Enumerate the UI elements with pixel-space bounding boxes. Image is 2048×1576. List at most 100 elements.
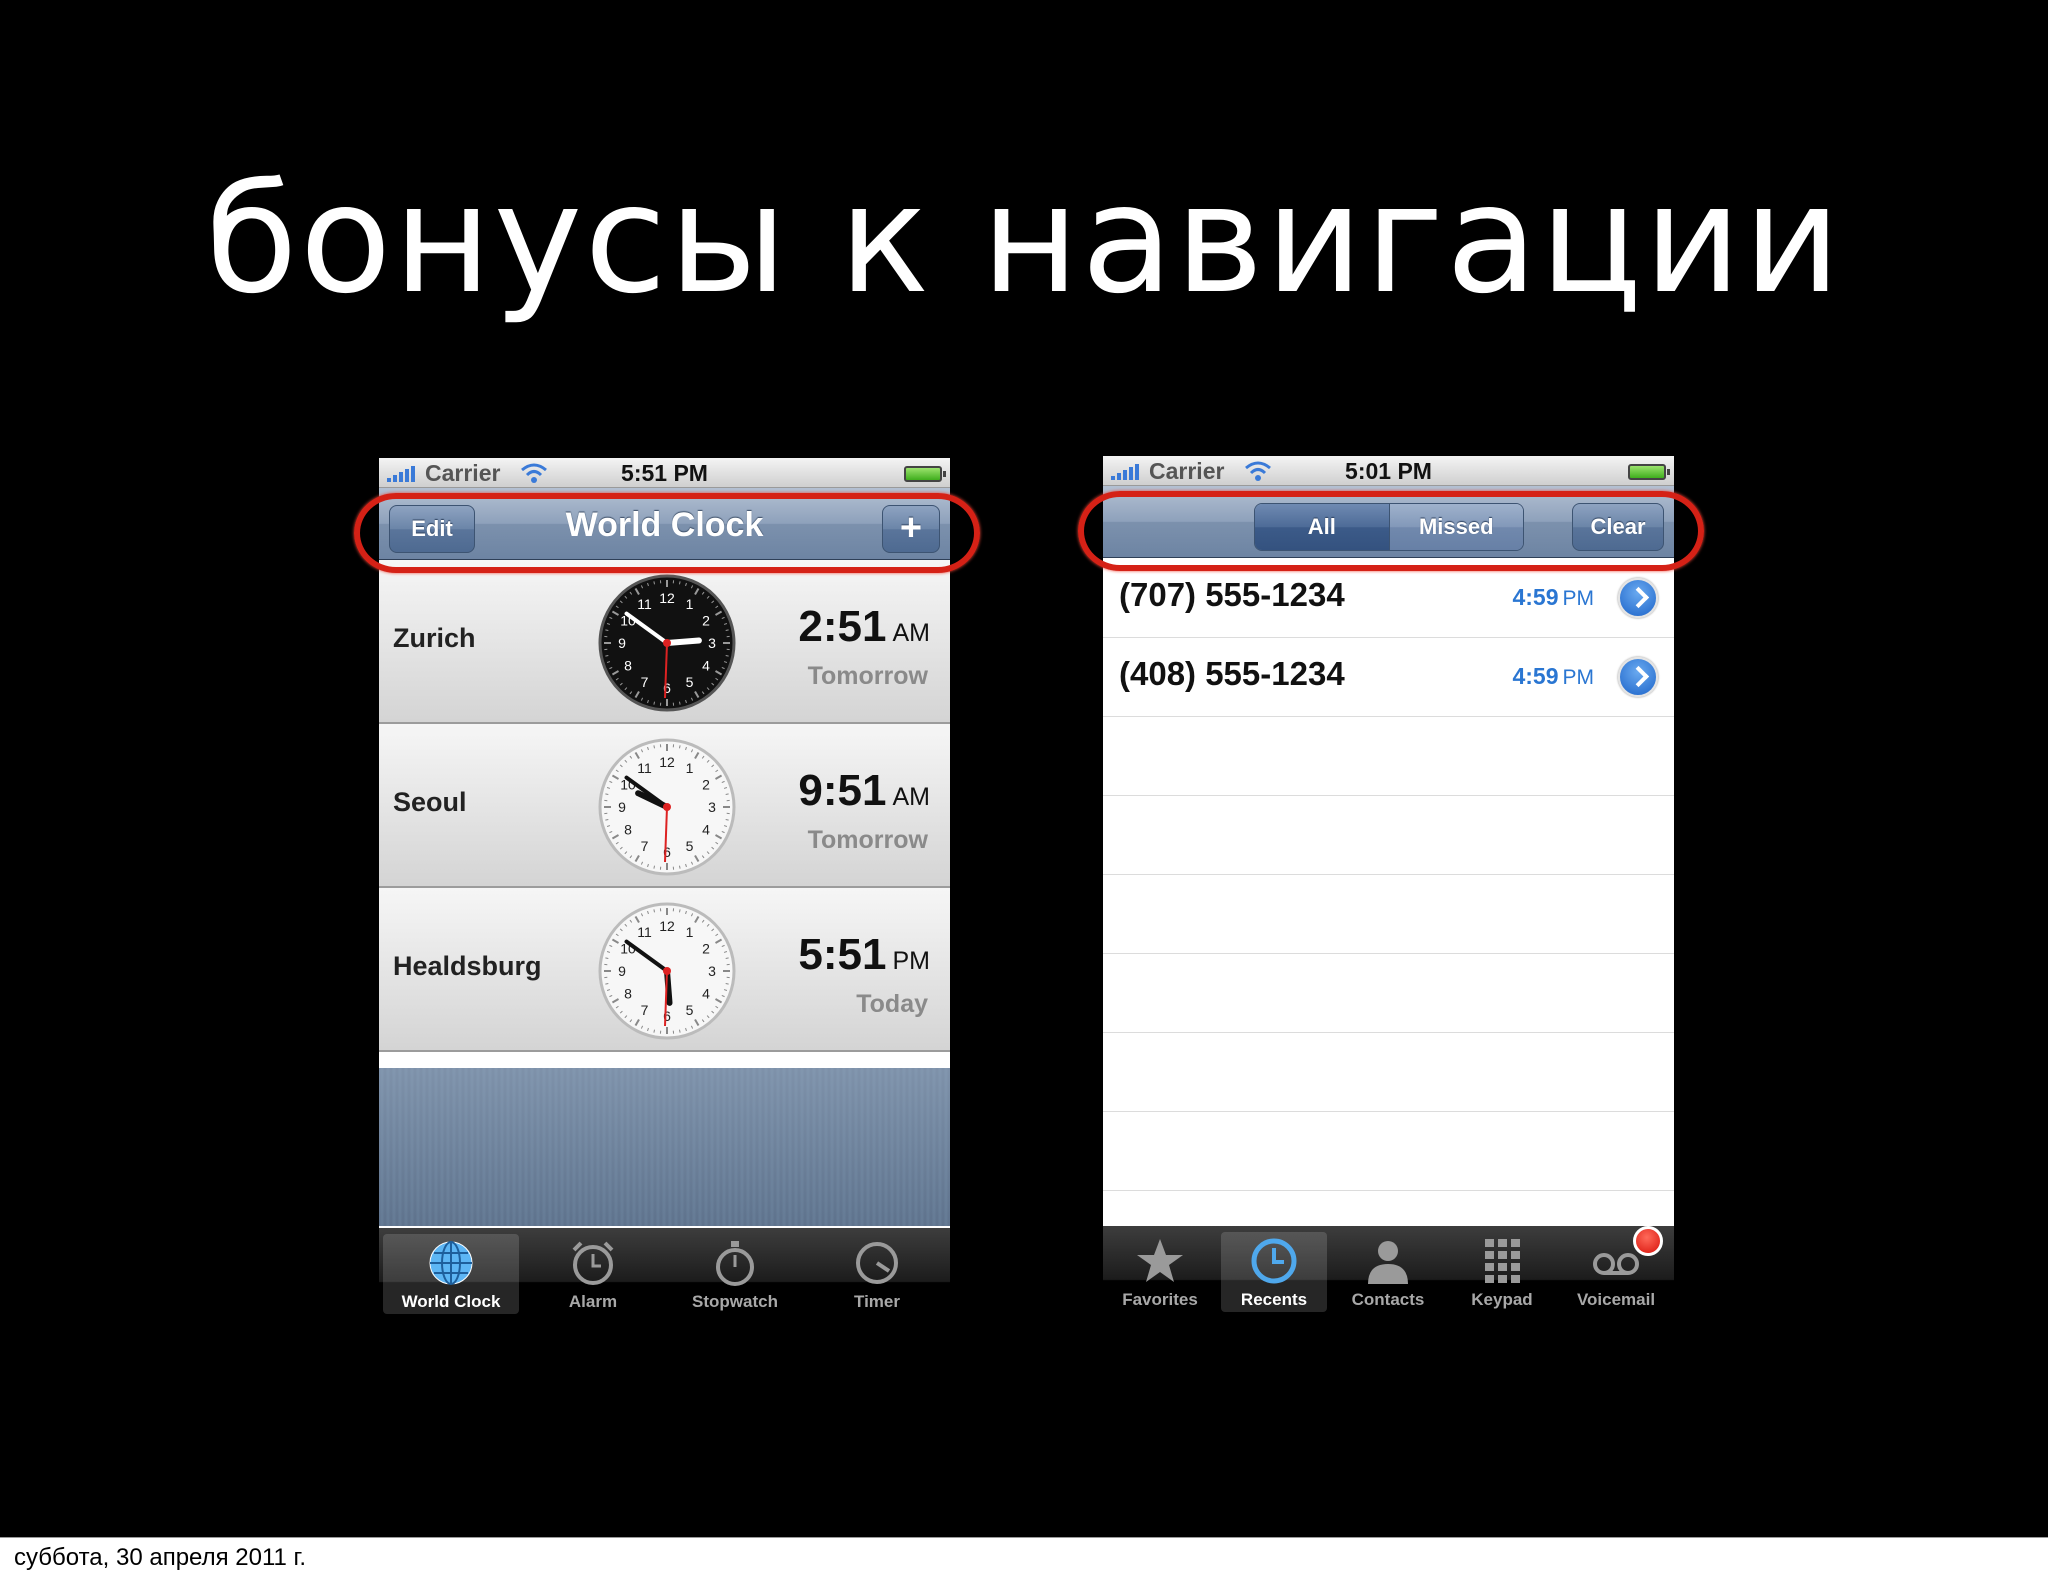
row-separator bbox=[1103, 1111, 1674, 1112]
svg-text:12: 12 bbox=[659, 918, 675, 934]
row-separator bbox=[1103, 953, 1674, 954]
digital-time: 2:51 AM bbox=[798, 602, 930, 652]
tab-label: Stopwatch bbox=[692, 1292, 778, 1311]
svg-text:2: 2 bbox=[702, 613, 710, 629]
svg-text:3: 3 bbox=[708, 799, 716, 815]
detail-disclosure-icon[interactable] bbox=[1618, 578, 1658, 618]
tab-label: Voicemail bbox=[1576, 1290, 1656, 1309]
tab-label: Alarm bbox=[568, 1292, 618, 1311]
row-separator bbox=[1103, 1190, 1674, 1191]
time-value: 5:51 bbox=[798, 930, 887, 979]
call-row[interactable]: (408) 555-1234 4:59 PM bbox=[1103, 637, 1674, 716]
time-ampm: AM bbox=[892, 619, 931, 647]
city-name: Seoul bbox=[393, 787, 467, 817]
svg-text:11: 11 bbox=[637, 596, 652, 612]
tab-bar: World Clock Alarm Stopwatch Timer bbox=[379, 1228, 950, 1335]
row-separator bbox=[1103, 795, 1674, 796]
time-value: 9:51 bbox=[798, 766, 887, 815]
tab-alarm[interactable]: Alarm bbox=[525, 1234, 661, 1314]
svg-text:5: 5 bbox=[686, 838, 694, 854]
svg-text:5: 5 bbox=[686, 674, 694, 690]
globe-icon bbox=[429, 1241, 473, 1285]
tab-favorites[interactable]: Favorites bbox=[1107, 1232, 1213, 1312]
time-value: 2:51 bbox=[798, 602, 887, 651]
svg-text:8: 8 bbox=[624, 658, 632, 674]
svg-text:8: 8 bbox=[624, 822, 632, 838]
status-time: 5:51 PM bbox=[621, 460, 708, 486]
tab-recents[interactable]: Recents bbox=[1221, 1232, 1327, 1312]
svg-text:7: 7 bbox=[641, 1002, 649, 1018]
day-label: Tomorrow bbox=[807, 826, 928, 854]
tab-bar: Favorites Recents Contacts Keypad Voicemail bbox=[1103, 1226, 1674, 1333]
clock-row[interactable]: Healdsburg 1 2 3 4 5 6 7 8 9 10 11 12 5:51 PM Today bbox=[379, 888, 950, 1052]
highlight-oval bbox=[1078, 491, 1704, 571]
call-time-ampm: PM bbox=[1562, 666, 1595, 689]
svg-text:9: 9 bbox=[618, 963, 626, 979]
svg-text:3: 3 bbox=[708, 963, 716, 979]
phone-number: (408) 555-1234 bbox=[1119, 655, 1345, 692]
footer: суббота, 30 апреля 2011 г. bbox=[0, 1537, 2048, 1576]
notification-badge bbox=[1633, 1226, 1663, 1256]
svg-text:11: 11 bbox=[637, 760, 652, 776]
svg-text:2: 2 bbox=[702, 941, 710, 957]
keypad-icon bbox=[1485, 1239, 1520, 1283]
status-bar: Carrier 5:01 PM bbox=[1103, 456, 1674, 486]
slide-title: бонусы к навигации bbox=[205, 153, 1843, 327]
tab-world-clock[interactable]: World Clock bbox=[383, 1234, 519, 1314]
footer-date: суббота, 30 апреля 2011 г. bbox=[14, 1544, 307, 1571]
tab-keypad[interactable]: Keypad bbox=[1449, 1232, 1555, 1312]
tab-label: Timer bbox=[854, 1292, 900, 1311]
clock-row[interactable]: Seoul 1 2 3 4 5 6 7 8 9 10 11 12 9:51 AM Tomorrow bbox=[379, 724, 950, 888]
tab-label: Recents bbox=[1240, 1290, 1308, 1309]
svg-text:9: 9 bbox=[618, 635, 626, 651]
battery-icon bbox=[904, 466, 946, 482]
digital-time: 5:51 PM bbox=[798, 930, 930, 980]
svg-text:7: 7 bbox=[641, 838, 649, 854]
tab-voicemail[interactable]: Voicemail bbox=[1563, 1226, 1669, 1312]
city-name: Healdsburg bbox=[393, 951, 542, 981]
time-ampm: PM bbox=[892, 947, 931, 975]
stopwatch-icon bbox=[716, 1241, 754, 1286]
highlight-oval bbox=[354, 493, 980, 573]
status-time: 5:01 PM bbox=[1345, 458, 1432, 484]
svg-text:11: 11 bbox=[637, 924, 652, 940]
tab-timer[interactable]: Timer bbox=[809, 1234, 945, 1314]
svg-text:12: 12 bbox=[659, 590, 675, 606]
alarm-clock-icon bbox=[572, 1241, 614, 1285]
tab-label: Contacts bbox=[1351, 1290, 1425, 1309]
svg-text:1: 1 bbox=[686, 596, 694, 612]
svg-text:9: 9 bbox=[618, 799, 626, 815]
row-separator bbox=[1103, 716, 1674, 717]
slide: бонусы к навигации Carrier 5:51 PM Edit … bbox=[0, 0, 2048, 1537]
call-time-value: 4:59 bbox=[1512, 584, 1559, 610]
svg-text:2: 2 bbox=[702, 777, 710, 793]
time-ampm: AM bbox=[892, 783, 931, 811]
call-time-value: 4:59 bbox=[1512, 663, 1559, 689]
svg-text:4: 4 bbox=[702, 658, 710, 674]
svg-text:1: 1 bbox=[686, 760, 694, 776]
detail-disclosure-icon[interactable] bbox=[1618, 657, 1658, 697]
tab-contacts[interactable]: Contacts bbox=[1335, 1232, 1441, 1312]
row-separator bbox=[1103, 874, 1674, 875]
analog-clock-icon: 1234567891011 12 bbox=[598, 574, 736, 712]
day-label: Tomorrow bbox=[807, 662, 928, 690]
svg-text:4: 4 bbox=[702, 822, 710, 838]
status-bar: Carrier 5:51 PM bbox=[379, 458, 950, 488]
call-time: 4:59 PM bbox=[1512, 584, 1594, 611]
call-time-ampm: PM bbox=[1562, 587, 1595, 610]
star-icon bbox=[1137, 1239, 1183, 1282]
svg-text:8: 8 bbox=[624, 986, 632, 1002]
clock-row[interactable]: Zurich 1 2 3 4 5 6 7 8 9 10 11 12 2:51 AM Tomorrow bbox=[379, 560, 950, 724]
tab-stopwatch[interactable]: Stopwatch bbox=[667, 1234, 803, 1314]
analog-clock-icon: 1234567891011 12 bbox=[598, 902, 736, 1040]
svg-text:7: 7 bbox=[641, 674, 649, 690]
recents-screen: Carrier 5:01 PM All Missed Clear (707) 5… bbox=[1103, 456, 1674, 1333]
phone-number: (707) 555-1234 bbox=[1119, 576, 1345, 613]
world-clock-screen: Carrier 5:51 PM Edit World Clock + Zuric… bbox=[379, 458, 950, 1335]
clock-icon bbox=[1251, 1238, 1297, 1284]
recents-list: (707) 555-1234 4:59 PM (408) 555-1234 4:59 PM bbox=[1103, 558, 1674, 1270]
person-icon bbox=[1368, 1241, 1408, 1284]
call-time: 4:59 PM bbox=[1512, 663, 1594, 690]
timer-icon bbox=[856, 1242, 898, 1284]
day-label: Today bbox=[856, 990, 928, 1018]
